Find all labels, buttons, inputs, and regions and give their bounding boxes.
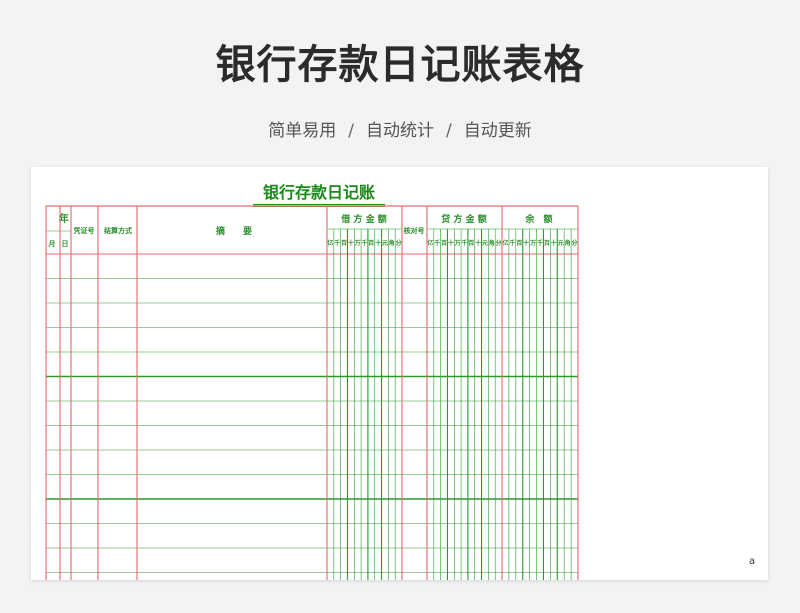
digit-unit-label: 百	[544, 239, 550, 247]
header-credit: 贷 方 金 额	[441, 213, 486, 225]
digit-unit-label: 十	[448, 239, 454, 247]
header-year: 年	[59, 212, 69, 225]
tag-auto-update: 自动更新	[463, 121, 532, 141]
digit-unit-label: 分	[396, 239, 402, 247]
header-day: 日	[62, 240, 69, 248]
tag-separator: /	[446, 121, 452, 141]
digit-unit-label: 千	[537, 239, 543, 247]
tag-auto-stat: 自动统计	[366, 121, 434, 141]
ledger-row-lines	[46, 205, 578, 573]
digit-unit-label: 千	[434, 239, 440, 247]
digit-unit-label: 百	[516, 239, 522, 247]
digit-unit-label: 十	[375, 239, 381, 247]
digit-unit-label: 亿	[427, 239, 433, 247]
digit-unit-label: 百	[468, 239, 474, 247]
digit-unit-label: 十	[475, 239, 481, 247]
ledger-major-column-lines	[45, 206, 579, 580]
digit-unit-label: 亿	[502, 239, 508, 247]
digit-unit-label: 元	[558, 240, 564, 247]
ledger-column-lines	[333, 229, 572, 580]
ledger-grid: 年 月 日 凭证号 结算方式 摘 要 借 方 金 额 核对号 贷 方 金 额 余…	[45, 205, 579, 580]
header-debit: 借 方 金 额	[340, 213, 386, 225]
page-subtitle: 简单易用 / 自动统计 / 自动更新	[0, 116, 800, 141]
digit-unit-label: 元	[482, 240, 488, 247]
digit-unit-label: 千	[361, 239, 367, 247]
digit-unit-label: 分	[496, 239, 502, 247]
digit-unit-label: 角	[565, 239, 571, 247]
digit-unit-label: 角	[489, 239, 495, 247]
digit-unit-label: 十	[523, 239, 529, 247]
header-summary: 摘 要	[216, 225, 252, 237]
header-check: 核对号	[404, 226, 425, 235]
page-mark: a	[749, 556, 756, 567]
digit-unit-label: 分	[572, 239, 578, 247]
header-settlement: 结算方式	[103, 226, 132, 235]
page-title: 银行存款日记账表格	[215, 42, 585, 88]
header-balance: 余 额	[524, 213, 552, 225]
digit-unit-label: 万	[354, 240, 361, 247]
tag-easy: 简单易用	[268, 121, 337, 141]
digit-unit-label: 万	[454, 240, 461, 247]
digit-unit-label: 元	[382, 240, 388, 247]
digit-unit-label: 角	[389, 239, 395, 247]
digit-unit-label: 十	[348, 239, 354, 247]
ledger-sheet: 银行存款日记账 年 月 日 凭证号 结算方式 摘 要 借 方 金 额 核对号 贷…	[31, 167, 768, 580]
digit-unit-label: 千	[334, 239, 340, 247]
digit-unit-label: 万	[529, 240, 536, 247]
digit-unit-label: 千	[461, 239, 467, 247]
digit-unit-label: 百	[341, 239, 347, 247]
digit-unit-label: 百	[441, 239, 447, 247]
header-month: 月	[48, 240, 56, 248]
tag-separator: /	[348, 121, 354, 141]
header-voucher: 凭证号	[73, 226, 95, 235]
digit-unit-label: 十	[551, 239, 557, 247]
digit-unit-label: 百	[368, 239, 374, 247]
digit-unit-label: 亿	[327, 239, 333, 247]
digit-unit-label: 千	[509, 239, 515, 247]
digit-unit-labels: 亿千百十万千百十元角分亿千百十万千百十元角分亿千百十万千百十元角 分	[327, 239, 577, 247]
